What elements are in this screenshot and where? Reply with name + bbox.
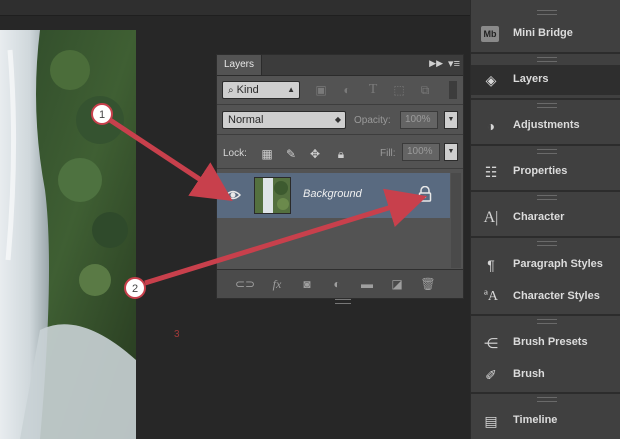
dock-item-label: Timeline — [513, 414, 558, 426]
dock-grip[interactable] — [537, 10, 557, 15]
brush-presets-icon: ⋲ — [484, 335, 498, 351]
dock-grip[interactable] — [537, 319, 557, 324]
dock-item-label: Brush — [513, 368, 545, 380]
dock-group-divider — [471, 52, 620, 54]
dock-item-label: Mini Bridge — [513, 27, 573, 39]
dock-grip[interactable] — [537, 241, 557, 246]
dock-item-label: Properties — [513, 165, 568, 177]
dock-group-divider — [471, 314, 620, 316]
dock-item-brush[interactable]: ✐ Brush — [471, 360, 620, 390]
dock-item-timeline[interactable]: ▤ Timeline — [471, 406, 620, 436]
dock-item-layers[interactable]: ◈ Layers — [471, 65, 620, 95]
dock-grip[interactable] — [537, 57, 557, 62]
dock-group-divider — [471, 392, 620, 394]
properties-icon: ☷ — [484, 164, 498, 180]
dock-item-label: Adjustments — [513, 119, 580, 131]
dock-item-paragraph-styles[interactable]: ¶ Paragraph Styles — [471, 250, 620, 280]
dock-grip[interactable] — [537, 149, 557, 154]
dock-group-divider — [471, 236, 620, 238]
callout-1-number: 1 — [99, 109, 105, 121]
dock-item-properties[interactable]: ☷ Properties — [471, 157, 620, 187]
dock-group-divider — [471, 98, 620, 100]
dock-item-character-styles[interactable]: ªA Character Styles — [471, 282, 620, 312]
dock-grip[interactable] — [537, 397, 557, 402]
arrow-2 — [144, 188, 428, 286]
brush-icon: ✐ — [485, 367, 497, 383]
arrow-1 — [108, 117, 233, 202]
dock-item-label: Layers — [513, 73, 549, 85]
dock-item-label: Character Styles — [513, 290, 600, 302]
dock-item-label: Paragraph Styles — [513, 258, 603, 270]
callout-2-badge: 2 — [124, 277, 146, 299]
dock-grip[interactable] — [537, 103, 557, 108]
character-styles-icon: ªA — [484, 289, 498, 304]
dock-group-divider — [471, 190, 620, 192]
timeline-icon: ▤ — [484, 413, 498, 429]
character-icon: A| — [483, 209, 499, 226]
dock-item-label: Character — [513, 211, 565, 223]
dock-item-brush-presets[interactable]: ⋲ Brush Presets — [471, 328, 620, 358]
mini-bridge-icon: Mb — [481, 26, 499, 42]
layers-icon: ◈ — [485, 72, 497, 88]
dock-item-label: Brush Presets — [513, 336, 588, 348]
paragraph-styles-icon: ¶ — [487, 257, 495, 273]
dock-grip[interactable] — [537, 195, 557, 200]
dock-group-divider — [471, 144, 620, 146]
callout-2-number: 2 — [132, 283, 138, 295]
dock-item-character[interactable]: A| Character — [471, 203, 620, 233]
callout-1-badge: 1 — [91, 103, 113, 125]
adjustments-icon: ◑ — [486, 118, 496, 134]
panel-dock: Mb Mini Bridge ◈ Layers ◑ Adjustments ☷ … — [470, 0, 620, 439]
dock-item-mini-bridge[interactable]: Mb Mini Bridge — [471, 19, 620, 49]
dock-item-adjustments[interactable]: ◑ Adjustments — [471, 111, 620, 141]
